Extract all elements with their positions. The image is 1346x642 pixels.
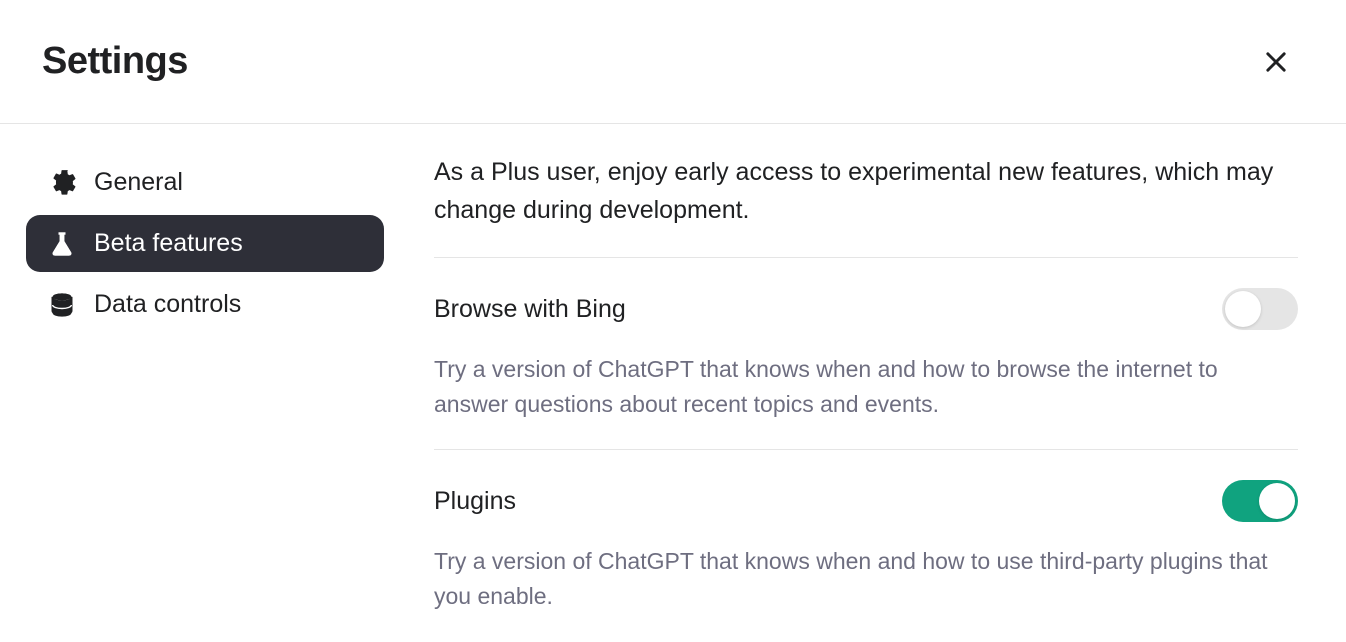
sidebar-item-label: Data controls xyxy=(94,290,241,319)
section-title: Browse with Bing xyxy=(434,295,626,324)
page-title: Settings xyxy=(42,40,188,83)
toggle-plugins[interactable] xyxy=(1222,480,1298,522)
close-icon xyxy=(1262,48,1290,76)
section-browse-with-bing: Browse with Bing Try a version of ChatGP… xyxy=(434,258,1298,450)
settings-body: General Beta features xyxy=(0,124,1346,641)
sidebar-item-label: Beta features xyxy=(94,229,243,258)
sidebar-item-beta-features[interactable]: Beta features xyxy=(26,215,384,272)
sidebar-item-label: General xyxy=(94,168,183,197)
flask-icon xyxy=(48,230,76,258)
toggle-knob xyxy=(1259,483,1295,519)
section-plugins: Plugins Try a version of ChatGPT that kn… xyxy=(434,450,1298,641)
content-panel: As a Plus user, enjoy early access to ex… xyxy=(410,154,1346,641)
sidebar-item-general[interactable]: General xyxy=(26,154,384,211)
settings-header: Settings xyxy=(0,0,1346,124)
intro-text: As a Plus user, enjoy early access to ex… xyxy=(434,154,1298,258)
toggle-knob xyxy=(1225,291,1261,327)
toggle-browse-with-bing[interactable] xyxy=(1222,288,1298,330)
section-description: Try a version of ChatGPT that knows when… xyxy=(434,352,1298,421)
close-button[interactable] xyxy=(1256,42,1296,82)
sidebar: General Beta features xyxy=(0,154,410,641)
sidebar-item-data-controls[interactable]: Data controls xyxy=(26,276,384,333)
gear-icon xyxy=(48,169,76,197)
database-icon xyxy=(48,291,76,319)
section-header: Browse with Bing xyxy=(434,288,1298,330)
section-title: Plugins xyxy=(434,487,516,516)
section-header: Plugins xyxy=(434,480,1298,522)
section-description: Try a version of ChatGPT that knows when… xyxy=(434,544,1298,613)
